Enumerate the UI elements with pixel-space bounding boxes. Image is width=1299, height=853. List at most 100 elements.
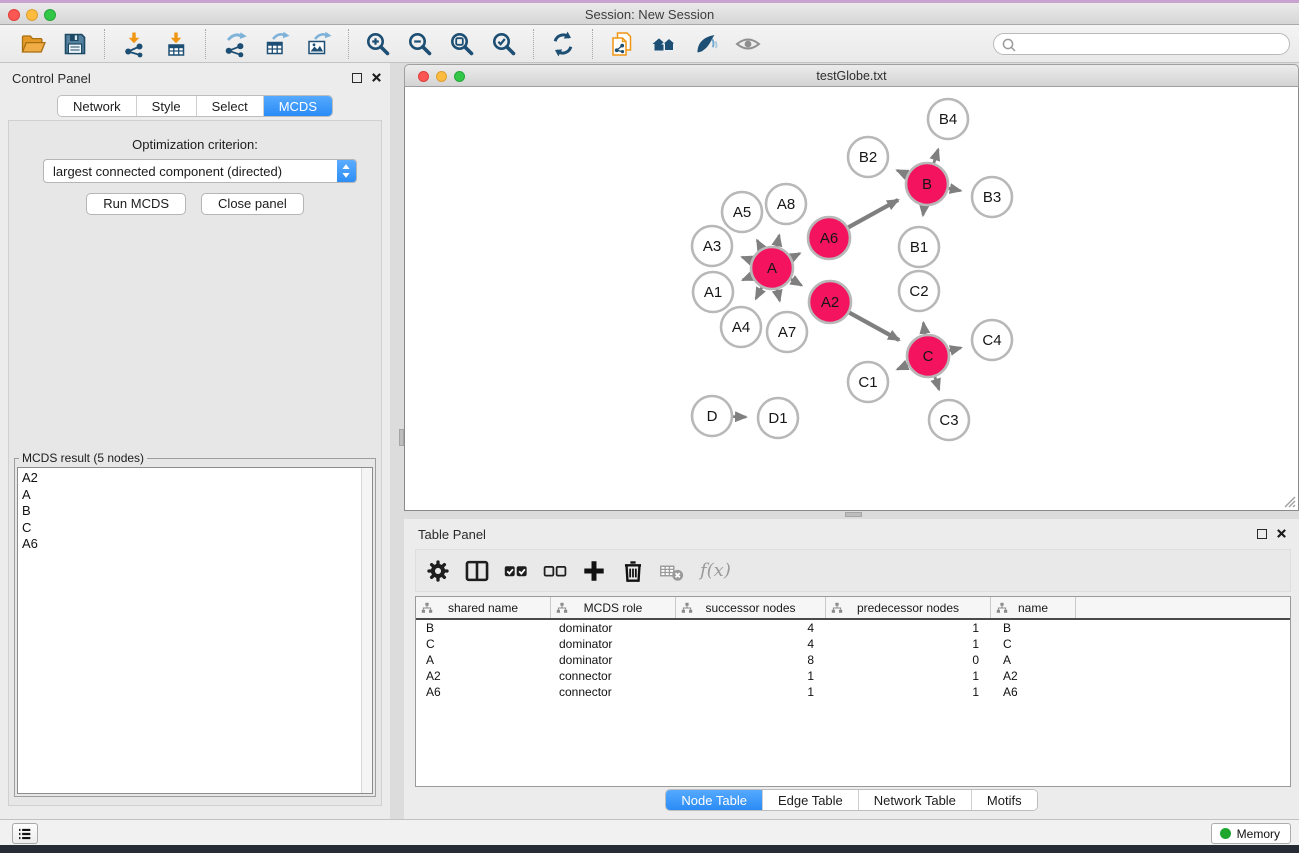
graph-edge[interactable] <box>757 240 762 249</box>
table-header-row[interactable]: shared nameMCDS rolesuccessor nodesprede… <box>416 597 1290 620</box>
open-session-icon[interactable] <box>19 30 47 58</box>
table-row[interactable]: Cdominator41C <box>416 636 1290 652</box>
show-graphics-details-icon[interactable] <box>734 30 762 58</box>
graph-edge[interactable] <box>923 323 925 336</box>
graph-edge[interactable] <box>756 287 762 299</box>
graph-edge[interactable] <box>777 288 780 300</box>
table-cell[interactable]: A6 <box>416 684 551 700</box>
table-cell[interactable]: A2 <box>416 668 551 684</box>
graph-edge[interactable] <box>948 348 961 351</box>
table-cell[interactable]: B <box>416 620 551 636</box>
graph-edge[interactable] <box>935 376 939 390</box>
import-table-icon[interactable] <box>162 30 190 58</box>
table-cell[interactable]: A6 <box>991 684 1076 700</box>
column-header-MCDS-role[interactable]: MCDS role <box>551 597 676 618</box>
table-cell[interactable]: A <box>416 652 551 668</box>
table-cell[interactable]: 1 <box>826 668 991 684</box>
app-titlebar[interactable]: Session: New Session <box>0 3 1299 25</box>
zoom-out-icon[interactable] <box>406 30 434 58</box>
table-tab-motifs[interactable]: Motifs <box>971 790 1037 810</box>
table-row[interactable]: A2connector11A2 <box>416 668 1290 684</box>
new-network-from-selection-icon[interactable] <box>608 30 636 58</box>
column-header-shared-name[interactable]: shared name <box>416 597 551 618</box>
unselect-all-columns-icon[interactable] <box>542 558 568 584</box>
settings-icon[interactable] <box>425 558 451 584</box>
import-network-icon[interactable] <box>120 30 148 58</box>
criterion-select[interactable]: largest connected component (directed) <box>43 159 357 183</box>
table-cell[interactable]: dominator <box>551 620 676 636</box>
column-header-name[interactable]: name <box>991 597 1076 618</box>
mcds-result-item[interactable]: A6 <box>18 536 372 553</box>
tab-style[interactable]: Style <box>136 96 196 116</box>
graph-edge[interactable] <box>742 257 752 261</box>
delete-rows-icon[interactable] <box>620 558 646 584</box>
search-box[interactable] <box>993 33 1290 55</box>
refresh-icon[interactable] <box>549 30 577 58</box>
network-canvas[interactable]: AA1A2A3A4A5A6A7A8BB1B2B3B4CC1C2C3C4DD1 <box>404 87 1299 511</box>
graph-edge[interactable] <box>776 235 779 247</box>
table-cell[interactable]: 1 <box>676 684 826 700</box>
graph-edge[interactable] <box>847 200 898 228</box>
show-panels-button[interactable] <box>12 823 38 844</box>
table-row[interactable]: Adominator80A <box>416 652 1290 668</box>
zoom-fit-icon[interactable] <box>448 30 476 58</box>
select-stepper-icon[interactable] <box>337 160 356 182</box>
add-row-icon[interactable] <box>581 558 607 584</box>
graph-edge[interactable] <box>923 205 924 215</box>
graph-edge[interactable] <box>743 276 753 280</box>
table-cell[interactable]: 4 <box>676 620 826 636</box>
export-network-icon[interactable] <box>221 30 249 58</box>
select-all-columns-icon[interactable] <box>503 558 529 584</box>
tab-network[interactable]: Network <box>58 96 136 116</box>
tab-mcds[interactable]: MCDS <box>263 96 332 116</box>
vertical-scroll-thumb[interactable] <box>399 429 404 446</box>
table-cell[interactable]: dominator <box>551 652 676 668</box>
table-cell[interactable]: 1 <box>826 636 991 652</box>
table-row[interactable]: A6connector11A6 <box>416 684 1290 700</box>
float-table-panel-icon[interactable] <box>1257 529 1267 539</box>
table-tab-edge-table[interactable]: Edge Table <box>762 790 858 810</box>
run-mcds-button[interactable]: Run MCDS <box>86 193 186 215</box>
memory-button[interactable]: Memory <box>1211 823 1291 844</box>
resize-grip-icon[interactable] <box>1282 494 1297 509</box>
table-tab-network-table[interactable]: Network Table <box>858 790 971 810</box>
graph-edge[interactable] <box>790 279 801 286</box>
table-cell[interactable]: 4 <box>676 636 826 652</box>
table-cell[interactable]: 8 <box>676 652 826 668</box>
close-table-panel-icon[interactable] <box>1276 528 1287 539</box>
table-cell[interactable]: dominator <box>551 636 676 652</box>
table-cell[interactable]: connector <box>551 684 676 700</box>
table-cell[interactable]: A <box>991 652 1076 668</box>
graph-edge[interactable] <box>933 149 938 164</box>
tab-select[interactable]: Select <box>196 96 263 116</box>
mcds-result-item[interactable]: B <box>18 503 372 520</box>
mcds-result-list[interactable]: A2ABCA6 <box>17 467 373 794</box>
table-cell[interactable]: 1 <box>826 620 991 636</box>
mcds-result-item[interactable]: A <box>18 487 372 504</box>
graph-edge[interactable] <box>897 364 908 369</box>
column-header-successor-nodes[interactable]: successor nodes <box>676 597 826 618</box>
export-table-icon[interactable] <box>263 30 291 58</box>
graph-edge[interactable] <box>948 188 961 191</box>
table-row[interactable]: Bdominator41B <box>416 620 1290 636</box>
list-scrollbar[interactable] <box>361 468 372 793</box>
table-cell[interactable]: A2 <box>991 668 1076 684</box>
table-cell[interactable]: 0 <box>826 652 991 668</box>
export-image-icon[interactable] <box>305 30 333 58</box>
close-panel-button[interactable]: Close panel <box>201 193 304 215</box>
zoom-selected-icon[interactable] <box>490 30 518 58</box>
save-session-icon[interactable] <box>61 30 89 58</box>
graph-edge[interactable] <box>791 253 800 258</box>
table-cell[interactable]: 1 <box>826 684 991 700</box>
column-header-predecessor-nodes[interactable]: predecessor nodes <box>826 597 991 618</box>
table-cell[interactable]: C <box>991 636 1076 652</box>
mcds-result-item[interactable]: C <box>18 520 372 537</box>
mcds-result-item[interactable]: A2 <box>18 470 372 487</box>
table-cell[interactable]: C <box>416 636 551 652</box>
hide-graphics-details-icon[interactable] <box>692 30 720 58</box>
node-table[interactable]: shared nameMCDS rolesuccessor nodesprede… <box>415 596 1291 787</box>
network-window-titlebar[interactable]: testGlobe.txt <box>404 64 1299 87</box>
first-neighbors-icon[interactable] <box>650 30 678 58</box>
table-cell[interactable]: B <box>991 620 1076 636</box>
table-cell[interactable]: connector <box>551 668 676 684</box>
